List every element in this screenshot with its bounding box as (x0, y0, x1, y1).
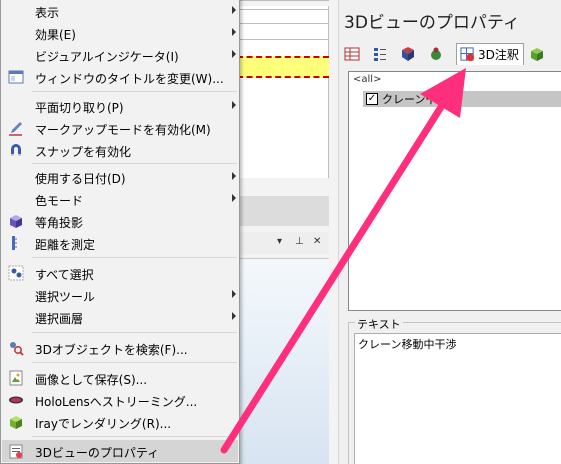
menu-separator (32, 163, 237, 164)
menu-item-select-tool[interactable]: 選択ツール (2, 284, 238, 306)
properties-icon (9, 444, 23, 459)
properties-panel: 3Dビューのプロパティ 3D注釈 <all> ✓ クレーン干 テキスト クレーン… (338, 0, 561, 464)
menu-item-iray-render[interactable]: Irayでレンダリング(R)... (2, 411, 238, 433)
hololens-icon (9, 396, 23, 404)
menu-item-label: 等角投影 (35, 216, 84, 230)
menu-item-label: Irayでレンダリング(R)... (35, 417, 172, 431)
menu-item-label: 平面切り取り(P) (35, 101, 124, 115)
menu-item-effects[interactable]: 効果(E) (2, 22, 238, 44)
submenu-arrow-icon (232, 290, 236, 298)
menu-item-measure-distance[interactable]: 距離を測定 (2, 232, 238, 254)
menu-item-save-as-image[interactable]: 画像として保存(S)... (2, 367, 238, 389)
list-item[interactable]: ✓ クレーン干 (363, 91, 561, 107)
submenu-arrow-icon (232, 194, 236, 202)
menu-item-label: 選択画層 (35, 312, 84, 326)
pane-content (237, 258, 329, 464)
submenu-arrow-icon (232, 50, 236, 58)
menu-item-label: ウィンドウのタイトルを変更(W)... (35, 72, 224, 86)
document-preview (237, 6, 329, 178)
submenu-arrow-icon (232, 6, 236, 14)
cube-icon (10, 215, 22, 228)
divider (237, 23, 329, 24)
magnet-icon (11, 144, 21, 156)
pane-header: ▾ ⊥ ✕ (237, 232, 329, 254)
pin-icon[interactable]: ⊥ (295, 236, 304, 247)
menu-item-label: ビジュアルインジケータ(I) (35, 50, 179, 64)
tab-strip: 3D注釈 (339, 43, 561, 65)
menu-item-select-layer[interactable]: 選択画層 (2, 306, 238, 328)
search-objects-icon (10, 342, 24, 356)
table-icon[interactable] (344, 46, 360, 62)
menu-item-snap[interactable]: スナップを有効化 (2, 139, 238, 161)
menu-item-3d-view-properties[interactable]: 3Dビューのプロパティ (2, 440, 238, 462)
pencil-icon (9, 122, 22, 136)
divider (237, 0, 329, 1)
submenu-arrow-icon (232, 172, 236, 180)
menu-item-date[interactable]: 使用する日付(D) (2, 166, 238, 188)
menu-item-view[interactable]: 表示 (2, 0, 238, 22)
cube-tab-icon[interactable] (529, 46, 545, 62)
menu-separator (32, 332, 237, 333)
panel-title: 3Dビューのプロパティ (344, 13, 520, 33)
menu-item-isometric[interactable]: 等角投影 (2, 210, 238, 232)
highlighted-row (237, 56, 329, 78)
menu-separator (32, 362, 237, 363)
text-group: テキスト クレーン移動中干渉 (348, 316, 561, 464)
menu-item-label: マークアップモードを有効化(M) (35, 123, 211, 137)
menu-item-label: 距離を測定 (35, 238, 96, 252)
menu-item-label: 使用する日付(D) (35, 172, 126, 186)
menu-item-label: 色モード (35, 194, 84, 208)
list-item-label: クレーン干 (382, 93, 437, 106)
submenu-arrow-icon (232, 28, 236, 36)
menu-item-label: 3Dオブジェクトを検索(F)... (35, 343, 188, 357)
annotation-list[interactable]: <all> ✓ クレーン干 (348, 71, 561, 311)
menu-separator (32, 257, 237, 258)
menu-separator (32, 91, 237, 92)
save-image-icon (9, 370, 23, 386)
list-icon[interactable] (372, 46, 388, 62)
menu-item-label: 選択ツール (35, 290, 96, 304)
text-group-label: テキスト (355, 316, 403, 332)
list-header: <all> (353, 74, 382, 85)
menu-item-select-all[interactable]: すべて選択 (2, 262, 238, 284)
menu-item-color-mode[interactable]: 色モード (2, 188, 238, 210)
menu-item-search-3d-objects[interactable]: 3Dオブジェクトを検索(F)... (2, 337, 238, 359)
menu-item-label: 画像として保存(S)... (35, 373, 148, 387)
iray-icon (10, 416, 22, 429)
checkbox[interactable]: ✓ (366, 93, 378, 105)
tab-label: 3D注釈 (478, 48, 519, 62)
menu-item-label: 3Dビューのプロパティ (35, 446, 160, 460)
background-viewer: ▾ ⊥ ✕ (237, 0, 338, 464)
menu-item-plane-clipping[interactable]: 平面切り取り(P) (2, 95, 238, 117)
text-field[interactable]: クレーン移動中干渉 (354, 333, 561, 464)
menu-item-hololens-streaming[interactable]: HoloLensへストリーミング... (2, 389, 238, 411)
pane-splitter[interactable] (237, 196, 329, 226)
annotation-icon (460, 47, 475, 62)
divider (237, 9, 329, 10)
close-icon[interactable]: ✕ (313, 236, 321, 247)
menu-item-label: スナップを有効化 (35, 145, 132, 159)
submenu-arrow-icon (232, 101, 236, 109)
menu-item-label: すべて選択 (35, 268, 94, 282)
divider (237, 39, 329, 40)
select-all-icon (8, 265, 24, 281)
material-icon[interactable] (400, 46, 416, 62)
menu-item-markup-mode[interactable]: マークアップモードを有効化(M) (2, 117, 238, 139)
window-title-icon (8, 70, 24, 84)
bug-icon[interactable] (428, 46, 444, 62)
menu-item-label: 効果(E) (35, 28, 76, 42)
menu-item-label: 表示 (35, 6, 60, 20)
menu-item-label: HoloLensへストリーミング... (35, 395, 198, 409)
menu-item-visual-indicator[interactable]: ビジュアルインジケータ(I) (2, 44, 238, 66)
context-menu: 表示 効果(E) ビジュアルインジケータ(I) ウィンドウのタイトルを変更(W)… (0, 0, 240, 464)
dropdown-icon[interactable]: ▾ (277, 236, 282, 247)
tab-3d-annotation[interactable]: 3D注釈 (456, 43, 524, 65)
menu-separator (32, 436, 237, 437)
submenu-arrow-icon (232, 312, 236, 320)
ruler-icon (12, 236, 17, 250)
menu-item-change-window-title[interactable]: ウィンドウのタイトルを変更(W)... (2, 66, 238, 88)
